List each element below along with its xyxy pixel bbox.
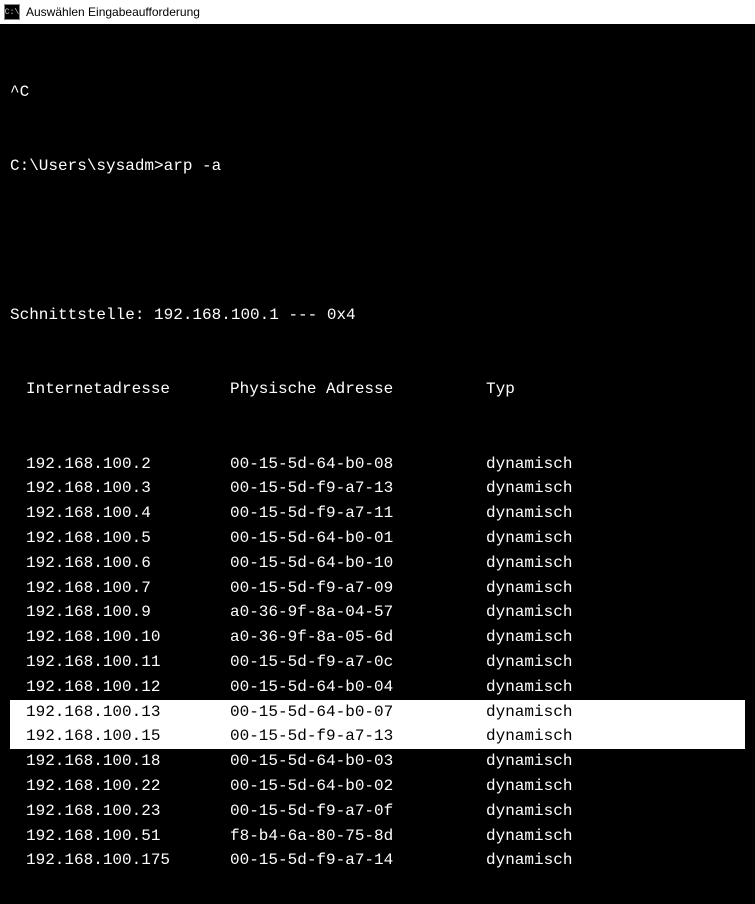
arp-row: 192.168.100.2200-15-5d-64-b0-02dynamisch <box>10 774 745 799</box>
arp-type: dynamisch <box>486 700 641 725</box>
arp-ip: 192.168.100.15 <box>10 724 230 749</box>
arp-mac: 00-15-5d-f9-a7-13 <box>230 724 486 749</box>
arp-type: dynamisch <box>486 476 745 501</box>
arp-row: 192.168.100.1200-15-5d-64-b0-04dynamisch <box>10 675 745 700</box>
arp-ip: 192.168.100.6 <box>10 551 230 576</box>
arp-mac: 00-15-5d-64-b0-02 <box>230 774 486 799</box>
arp-mac: 00-15-5d-64-b0-10 <box>230 551 486 576</box>
arp-type: dynamisch <box>486 600 745 625</box>
arp-ip: 192.168.100.10 <box>10 625 230 650</box>
arp-ip: 192.168.100.7 <box>10 576 230 601</box>
arp-row: 192.168.100.500-15-5d-64-b0-01dynamisch <box>10 526 745 551</box>
arp-ip: 192.168.100.13 <box>10 700 230 725</box>
arp-row: 192.168.100.17500-15-5d-f9-a7-14dynamisc… <box>10 848 745 873</box>
arp-row: 192.168.100.1300-15-5d-64-b0-07dynamisch <box>10 700 745 725</box>
arp-mac: a0-36-9f-8a-04-57 <box>230 600 486 625</box>
arp-ip: 192.168.100.175 <box>10 848 230 873</box>
arp-row: 192.168.100.51f8-b4-6a-80-75-8ddynamisch <box>10 824 745 849</box>
window-titlebar[interactable]: C:\ Auswählen Eingabeaufforderung <box>0 0 755 24</box>
arp-mac: 00-15-5d-64-b0-08 <box>230 452 486 477</box>
arp-ip: 192.168.100.18 <box>10 749 230 774</box>
arp-mac: 00-15-5d-f9-a7-0c <box>230 650 486 675</box>
arp-row: 192.168.100.9a0-36-9f-8a-04-57dynamisch <box>10 600 745 625</box>
arp-type: dynamisch <box>486 749 745 774</box>
arp-type: dynamisch <box>486 724 641 749</box>
arp-row: 192.168.100.10a0-36-9f-8a-05-6ddynamisch <box>10 625 745 650</box>
arp-row: 192.168.100.400-15-5d-f9-a7-11dynamisch <box>10 501 745 526</box>
arp-row: 192.168.100.600-15-5d-64-b0-10dynamisch <box>10 551 745 576</box>
arp-header-row: Internetadresse Physische Adresse Typ <box>10 377 745 402</box>
window-title: Auswählen Eingabeaufforderung <box>26 5 200 19</box>
arp-mac: 00-15-5d-f9-a7-11 <box>230 501 486 526</box>
arp-row: 192.168.100.1100-15-5d-f9-a7-0cdynamisch <box>10 650 745 675</box>
arp-ip: 192.168.100.51 <box>10 824 230 849</box>
arp-type: dynamisch <box>486 625 745 650</box>
arp-row: 192.168.100.1800-15-5d-64-b0-03dynamisch <box>10 749 745 774</box>
arp-type: dynamisch <box>486 799 745 824</box>
arp-mac: 00-15-5d-64-b0-01 <box>230 526 486 551</box>
arp-type: dynamisch <box>486 675 745 700</box>
arp-type: dynamisch <box>486 774 745 799</box>
interface-line: Schnittstelle: 192.168.100.1 --- 0x4 <box>10 303 745 328</box>
terminal-content[interactable]: ^C C:\Users\sysadm>arp -a Schnittstelle:… <box>0 24 755 904</box>
cmd-icon: C:\ <box>4 4 20 20</box>
arp-type: dynamisch <box>486 824 745 849</box>
arp-mac: 00-15-5d-f9-a7-09 <box>230 576 486 601</box>
arp-mac: 00-15-5d-64-b0-04 <box>230 675 486 700</box>
arp-ip: 192.168.100.4 <box>10 501 230 526</box>
arp-mac: 00-15-5d-f9-a7-14 <box>230 848 486 873</box>
arp-type: dynamisch <box>486 650 745 675</box>
prompt-line: C:\Users\sysadm>arp -a <box>10 154 745 179</box>
arp-mac: 00-15-5d-64-b0-07 <box>230 700 486 725</box>
arp-type: dynamisch <box>486 452 745 477</box>
arp-ip: 192.168.100.2 <box>10 452 230 477</box>
arp-mac: 00-15-5d-f9-a7-13 <box>230 476 486 501</box>
arp-row: 192.168.100.700-15-5d-f9-a7-09dynamisch <box>10 576 745 601</box>
arp-row: 192.168.100.1500-15-5d-f9-a7-13dynamisch <box>10 724 745 749</box>
arp-ip: 192.168.100.5 <box>10 526 230 551</box>
blank-line <box>10 228 745 253</box>
header-ip: Internetadresse <box>10 377 230 402</box>
prompt-text: C:\Users\sysadm> <box>10 157 164 175</box>
arp-rows: 192.168.100.200-15-5d-64-b0-08dynamisch1… <box>10 452 745 874</box>
arp-ip: 192.168.100.22 <box>10 774 230 799</box>
arp-row: 192.168.100.200-15-5d-64-b0-08dynamisch <box>10 452 745 477</box>
arp-ip: 192.168.100.11 <box>10 650 230 675</box>
header-type: Typ <box>486 377 745 402</box>
arp-row: 192.168.100.300-15-5d-f9-a7-13dynamisch <box>10 476 745 501</box>
arp-type: dynamisch <box>486 526 745 551</box>
header-mac: Physische Adresse <box>230 377 486 402</box>
arp-type: dynamisch <box>486 501 745 526</box>
interrupt-line: ^C <box>10 80 745 105</box>
arp-ip: 192.168.100.12 <box>10 675 230 700</box>
arp-ip: 192.168.100.3 <box>10 476 230 501</box>
arp-type: dynamisch <box>486 551 745 576</box>
arp-mac: 00-15-5d-f9-a7-0f <box>230 799 486 824</box>
arp-mac: 00-15-5d-64-b0-03 <box>230 749 486 774</box>
arp-mac: a0-36-9f-8a-05-6d <box>230 625 486 650</box>
arp-type: dynamisch <box>486 848 745 873</box>
arp-mac: f8-b4-6a-80-75-8d <box>230 824 486 849</box>
arp-type: dynamisch <box>486 576 745 601</box>
arp-ip: 192.168.100.9 <box>10 600 230 625</box>
command-text: arp -a <box>164 157 222 175</box>
arp-ip: 192.168.100.23 <box>10 799 230 824</box>
arp-row: 192.168.100.2300-15-5d-f9-a7-0fdynamisch <box>10 799 745 824</box>
